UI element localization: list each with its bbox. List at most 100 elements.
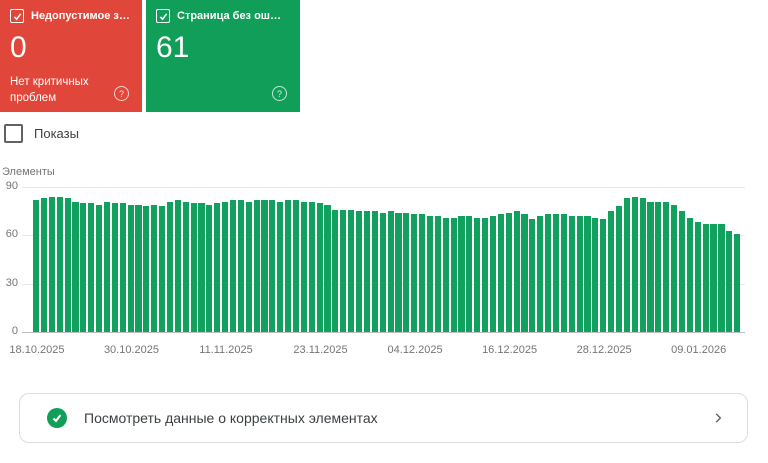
chart-bar[interactable]: [253, 199, 260, 332]
chart-bar[interactable]: [623, 198, 630, 332]
chart-bar[interactable]: [198, 203, 205, 332]
chart-bar[interactable]: [363, 211, 370, 332]
chart-bar[interactable]: [403, 212, 410, 332]
impressions-toggle[interactable]: Показы: [4, 124, 79, 143]
chart-bar[interactable]: [229, 199, 237, 332]
chart-bar[interactable]: [222, 201, 229, 332]
chart-bar[interactable]: [513, 211, 520, 332]
chart-bar[interactable]: [237, 199, 244, 332]
chart-bar[interactable]: [631, 196, 638, 332]
unchecked-checkbox-icon[interactable]: [4, 124, 23, 143]
chart-bar[interactable]: [568, 216, 575, 332]
chart-bar[interactable]: [686, 217, 693, 332]
chart-bar[interactable]: [560, 214, 567, 332]
chart-bar[interactable]: [474, 217, 481, 332]
chart-bar[interactable]: [655, 201, 662, 332]
chart-bar[interactable]: [647, 201, 654, 332]
view-valid-items-link[interactable]: Посмотреть данные о корректных элементах: [19, 393, 748, 443]
card-valid-pages-header[interactable]: Страница без ош…: [156, 9, 290, 23]
chart-bar[interactable]: [285, 199, 292, 332]
chart-bar[interactable]: [64, 198, 71, 332]
chart-bar[interactable]: [33, 199, 40, 332]
chart-bar[interactable]: [710, 224, 717, 332]
chart-bar[interactable]: [96, 204, 103, 332]
checked-checkbox-icon[interactable]: [156, 9, 170, 23]
chart-bar[interactable]: [40, 198, 48, 332]
chart-bar[interactable]: [584, 216, 591, 332]
chart-bar[interactable]: [135, 204, 142, 332]
chart-bar[interactable]: [151, 204, 158, 332]
chart-bar[interactable]: [592, 217, 599, 332]
chart-bar[interactable]: [300, 201, 307, 332]
chart-bar[interactable]: [395, 212, 402, 332]
chart-bar[interactable]: [166, 201, 174, 332]
chart-bar[interactable]: [348, 209, 355, 332]
chart-bar[interactable]: [355, 211, 363, 332]
chart-bar[interactable]: [387, 211, 394, 332]
chart-bar[interactable]: [277, 201, 284, 332]
card-critical-issues[interactable]: Недопустимое з… 0 Нет критичных проблем …: [0, 0, 142, 112]
chart-bar[interactable]: [182, 201, 189, 332]
chart-bar[interactable]: [497, 214, 504, 332]
chart-bar[interactable]: [88, 203, 95, 332]
chart-bar[interactable]: [119, 203, 126, 332]
chart-bar[interactable]: [639, 198, 646, 332]
chart-bar[interactable]: [103, 201, 111, 332]
card-valid-pages[interactable]: Страница без ош… 61 ?: [146, 0, 300, 112]
chart-bar[interactable]: [466, 216, 473, 332]
chart-bar[interactable]: [245, 201, 252, 332]
chart-bar[interactable]: [537, 216, 544, 332]
chart-bar[interactable]: [734, 233, 741, 332]
chart-bar[interactable]: [671, 204, 678, 332]
chart-bar[interactable]: [434, 216, 441, 332]
chart-bar[interactable]: [608, 211, 615, 332]
help-icon[interactable]: ?: [272, 86, 287, 101]
chart-bar[interactable]: [411, 214, 418, 332]
chart-bar[interactable]: [663, 201, 670, 332]
chart-bar[interactable]: [718, 224, 725, 332]
chart-bar[interactable]: [72, 201, 79, 332]
chart-bar[interactable]: [426, 216, 434, 332]
chart-bar[interactable]: [576, 216, 583, 332]
chart-bar[interactable]: [505, 212, 512, 332]
card-critical-issues-header[interactable]: Недопустимое з…: [10, 9, 132, 23]
chart-bar[interactable]: [269, 199, 276, 332]
chart-bar[interactable]: [332, 209, 339, 332]
chart-bar[interactable]: [316, 203, 323, 332]
chart-bar[interactable]: [371, 211, 378, 332]
chart-bar[interactable]: [552, 214, 560, 332]
chart-bar[interactable]: [419, 214, 426, 332]
chart-bar[interactable]: [702, 224, 709, 332]
chart-bar[interactable]: [694, 222, 701, 332]
chart-bar[interactable]: [458, 216, 465, 332]
chart-bar[interactable]: [56, 196, 63, 332]
chart-bar[interactable]: [678, 211, 686, 332]
chart-bar[interactable]: [529, 219, 536, 332]
chart-bar[interactable]: [80, 203, 87, 332]
chart-bar[interactable]: [174, 199, 181, 332]
chart-bar[interactable]: [379, 212, 386, 332]
chart-bar[interactable]: [159, 206, 166, 332]
checked-checkbox-icon[interactable]: [10, 9, 24, 23]
chart-bar[interactable]: [292, 199, 300, 332]
chart-bar[interactable]: [489, 216, 497, 332]
chart-bar[interactable]: [600, 219, 607, 332]
chart-bar[interactable]: [127, 204, 134, 332]
chart-bar[interactable]: [206, 204, 213, 332]
help-icon[interactable]: ?: [114, 86, 129, 101]
chart-bar[interactable]: [143, 206, 150, 332]
chart-bar[interactable]: [482, 217, 489, 332]
chart-bar[interactable]: [442, 217, 449, 332]
chart-bar[interactable]: [48, 196, 55, 332]
chart-bar[interactable]: [521, 214, 528, 332]
chart-bar[interactable]: [340, 209, 347, 332]
chart-bar[interactable]: [111, 203, 118, 332]
chart-bar[interactable]: [324, 204, 331, 332]
chart-bar[interactable]: [308, 201, 315, 332]
chart-bar[interactable]: [726, 230, 733, 332]
chart-bar[interactable]: [190, 203, 197, 332]
chart-bar[interactable]: [545, 214, 552, 332]
chart-bar[interactable]: [615, 206, 623, 332]
chart-bar[interactable]: [261, 199, 268, 332]
chart-bar[interactable]: [450, 217, 457, 332]
